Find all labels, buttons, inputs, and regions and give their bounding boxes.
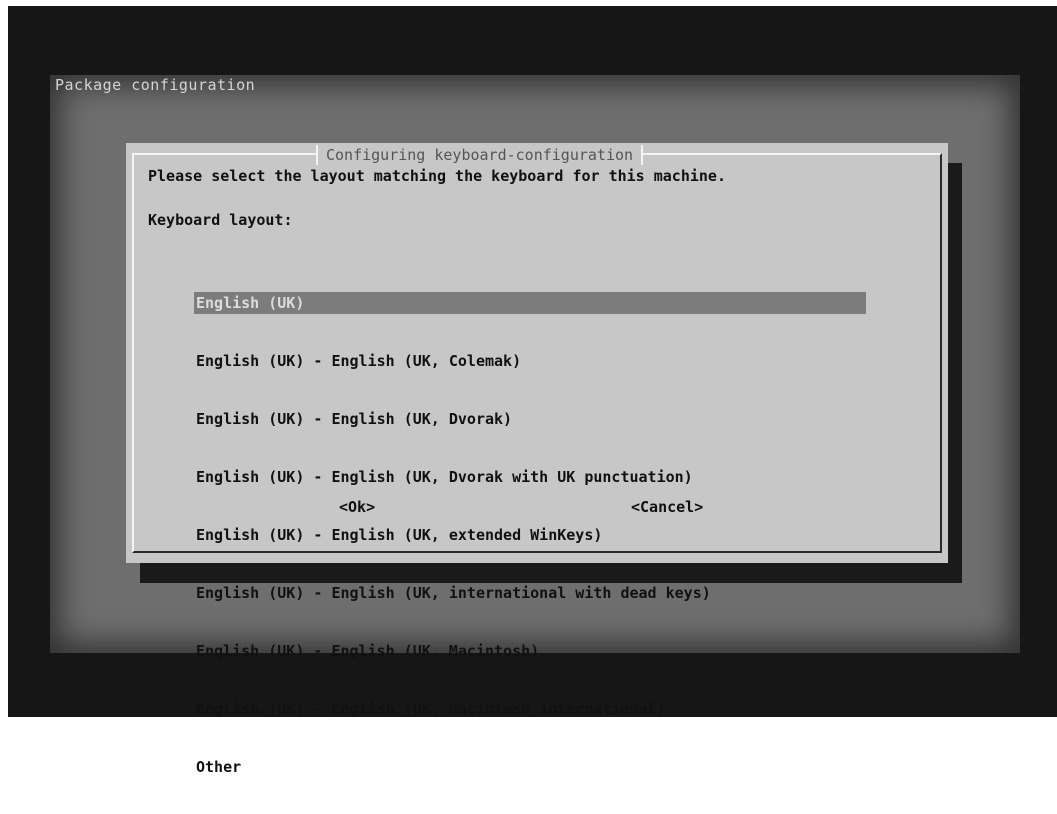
dialog-prompt: Please select the layout matching the ke… [148, 167, 726, 185]
layout-option-extended-winkeys[interactable]: English (UK) - English (UK, extended Win… [194, 524, 866, 546]
layout-option-other[interactable]: Other [194, 756, 866, 778]
dialog-title: Configuring keyboard-configuration [316, 145, 644, 165]
monitor: Package configuration Configuring keyboa… [0, 0, 1057, 776]
layout-option-dvorak-uk-punctuation[interactable]: English (UK) - English (UK, Dvorak with … [194, 466, 866, 488]
keyboard-layout-list: English (UK) English (UK) - English (UK,… [194, 256, 866, 814]
keyboard-configuration-dialog: Configuring keyboard-configuration Pleas… [126, 143, 948, 776]
layout-option-dvorak[interactable]: English (UK) - English (UK, Dvorak) [194, 408, 866, 430]
cancel-button[interactable]: <Cancel> [631, 498, 703, 516]
ok-button[interactable]: <Ok> [339, 498, 375, 516]
layout-option-colemak[interactable]: English (UK) - English (UK, Colemak) [194, 350, 866, 372]
keyboard-layout-label: Keyboard layout: [148, 211, 293, 229]
layout-option-english-uk[interactable]: English (UK) [194, 292, 866, 314]
package-configuration-title: Package configuration [55, 76, 256, 94]
layout-option-macintosh[interactable]: English (UK) - English (UK, Macintosh) [194, 640, 866, 662]
layout-option-international-dead-keys[interactable]: English (UK) - English (UK, internationa… [194, 582, 866, 604]
